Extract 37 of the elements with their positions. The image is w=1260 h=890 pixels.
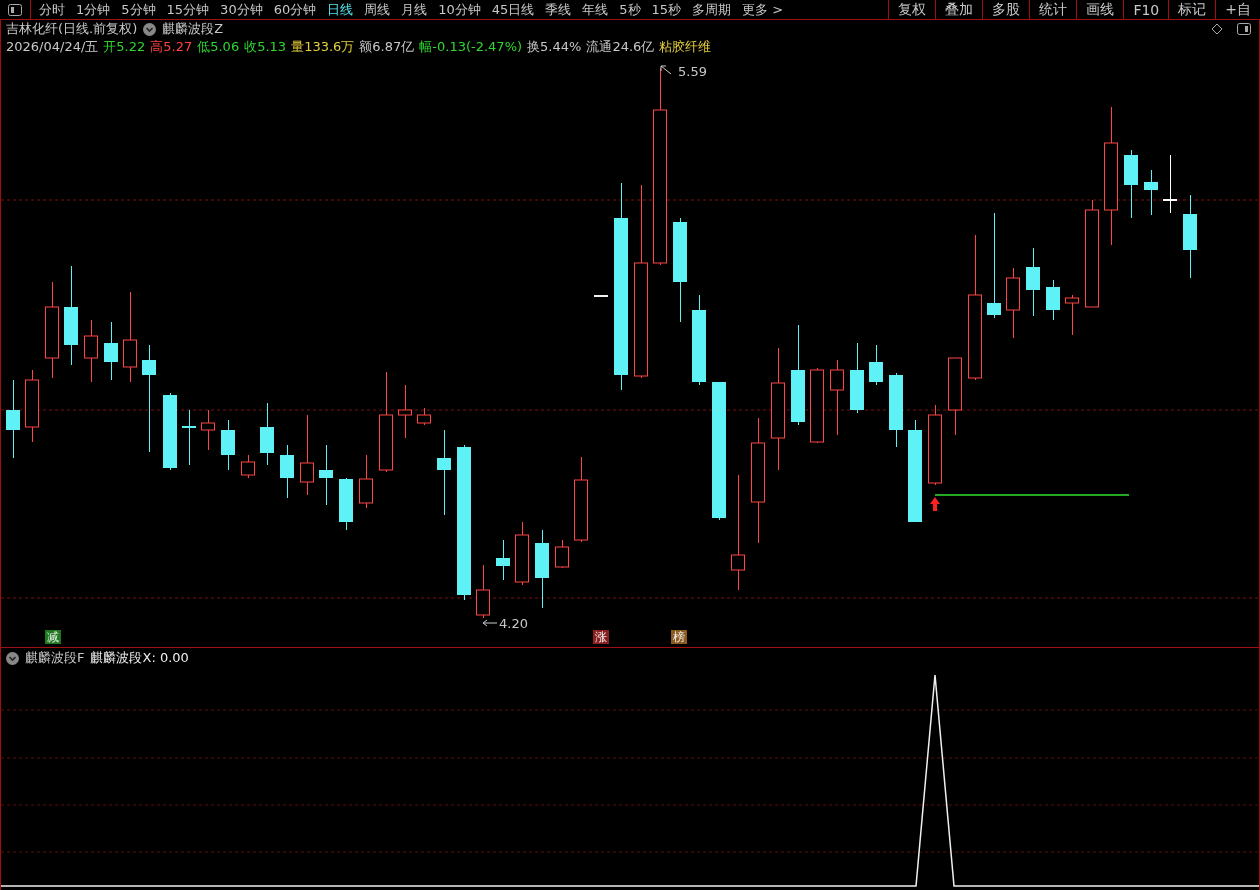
low-price-label: 4.20 bbox=[499, 616, 528, 631]
period-tab[interactable]: 15秒 bbox=[651, 0, 682, 19]
period-tab[interactable]: 45日线 bbox=[491, 0, 535, 19]
period-tab[interactable]: 30分钟 bbox=[220, 0, 263, 19]
period-tab[interactable]: 月线 bbox=[401, 0, 428, 19]
period-tab[interactable]: 更多 > bbox=[742, 0, 784, 19]
period-tab[interactable]: 10分钟 bbox=[438, 0, 481, 19]
high-price-label: 5.59 bbox=[678, 64, 707, 79]
period-tab[interactable]: 5分钟 bbox=[121, 0, 156, 19]
quote-value: 换5.44% bbox=[527, 38, 582, 56]
period-tab[interactable]: 多周期 bbox=[692, 0, 732, 19]
indicator-reading: 麒麟波段X: 0.00 bbox=[90, 649, 189, 667]
quote-value: 幅-0.13(-2.47%) bbox=[419, 38, 523, 56]
period-tab[interactable]: 日线 bbox=[327, 0, 354, 19]
quote-date: 2026/04/24/五 bbox=[6, 38, 99, 56]
period-tab[interactable]: 15分钟 bbox=[166, 0, 210, 19]
stock-title: 吉林化纤(日线.前复权) bbox=[6, 20, 138, 38]
quote-value: 开5.22 bbox=[103, 38, 146, 56]
signal-marker: 减 bbox=[45, 630, 61, 644]
sector-label: 粘胶纤维 bbox=[659, 38, 712, 56]
indicator-name[interactable]: 麒麟波段F bbox=[25, 649, 85, 667]
period-tab[interactable]: 年线 bbox=[582, 0, 609, 19]
quote-value: 高5.27 bbox=[150, 38, 193, 56]
quote-value: 低5.06 bbox=[197, 38, 240, 56]
period-tab[interactable]: 5秒 bbox=[619, 0, 641, 19]
quote-value: 流通24.6亿 bbox=[586, 38, 655, 56]
period-tab[interactable]: 季线 bbox=[545, 0, 572, 19]
indicator-name[interactable]: 麒麟波段Z bbox=[162, 20, 224, 38]
period-tab[interactable]: 1分钟 bbox=[76, 0, 111, 19]
quote-value: 额6.87亿 bbox=[359, 38, 415, 56]
period-tab[interactable]: 60分钟 bbox=[273, 0, 317, 19]
signal-marker: 涨 bbox=[593, 630, 609, 644]
quote-value: 量133.6万 bbox=[291, 38, 355, 56]
period-tab[interactable]: 周线 bbox=[364, 0, 391, 19]
period-tab[interactable]: 分时 bbox=[39, 0, 65, 19]
signal-marker: 榜 bbox=[671, 630, 687, 644]
quote-value: 收5.13 bbox=[244, 38, 287, 56]
